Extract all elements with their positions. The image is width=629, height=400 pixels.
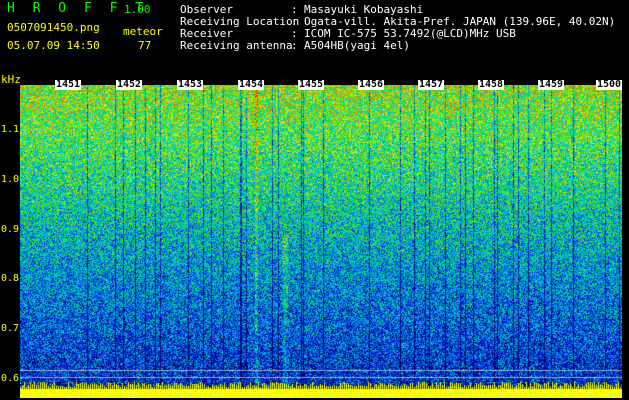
x-tick-label: 1458 <box>478 79 505 90</box>
app-version: 1.00 <box>124 3 151 16</box>
x-tick-label: 1452 <box>116 79 143 90</box>
info-separator: : <box>291 39 298 52</box>
y-tick-label: 1.0 <box>1 174 20 185</box>
y-tick-label: 0.6 <box>1 373 20 384</box>
meteor-label: meteor <box>123 25 163 38</box>
x-tick-label: 1451 <box>55 79 82 90</box>
info-key: Receiving antenna <box>180 39 293 52</box>
file-name: 0507091450.png <box>7 21 100 34</box>
info-value: A504HB(yagi 4el) <box>304 39 410 52</box>
y-tick-label: 0.9 <box>1 224 20 235</box>
y-tick-label: 1.1 <box>1 124 20 135</box>
y-tick-label: 0.8 <box>1 273 20 284</box>
spectrogram <box>20 85 622 398</box>
meteor-count: 77 <box>138 39 152 52</box>
x-tick-label: 1454 <box>238 79 265 90</box>
x-tick-label: 1455 <box>298 79 325 90</box>
y-tick-label: 0.7 <box>1 323 20 334</box>
axis-unit: kHz <box>1 73 21 86</box>
date-time: 05.07.09 14:50 <box>7 39 100 52</box>
x-tick-label: 1453 <box>177 79 204 90</box>
x-tick-label: 1459 <box>538 79 565 90</box>
x-tick-label: 1457 <box>418 79 445 90</box>
x-tick-label: 1456 <box>358 79 385 90</box>
x-tick-label: 1500 <box>596 79 623 90</box>
hrofft-window: H R O F F T 1.00 0507091450.png meteor 0… <box>0 0 629 400</box>
